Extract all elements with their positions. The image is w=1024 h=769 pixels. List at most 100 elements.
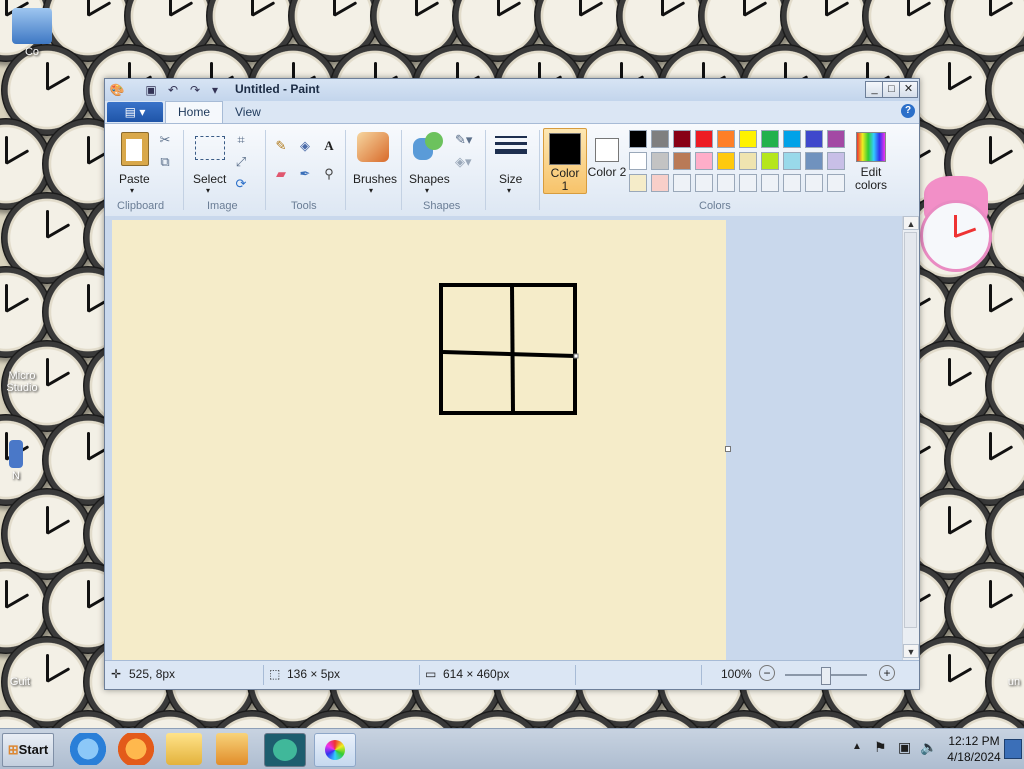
file-explorer-icon[interactable] xyxy=(166,733,202,765)
desktop-icon-studio[interactable]: Micro Studio xyxy=(0,370,50,394)
palette-swatch[interactable] xyxy=(761,130,779,148)
color2-swatch xyxy=(595,138,619,162)
file-menu-button[interactable]: ▤ ▾ xyxy=(107,102,163,122)
crop-icon[interactable]: ⌗ xyxy=(233,132,249,148)
pencil-icon[interactable]: ✎ xyxy=(273,138,289,154)
palette-swatch[interactable] xyxy=(783,130,801,148)
divider xyxy=(401,130,402,210)
palette-swatch[interactable] xyxy=(827,130,845,148)
group-label-image: Image xyxy=(207,200,238,212)
help-icon[interactable]: ? xyxy=(901,104,915,118)
canvas-resize-handle[interactable] xyxy=(725,446,731,452)
tab-view[interactable]: View xyxy=(223,102,273,122)
customize-icon[interactable]: ▾ xyxy=(207,82,223,98)
rotate-icon[interactable]: ⟳ xyxy=(233,176,249,192)
color-picker-icon[interactable]: ✒ xyxy=(297,166,313,182)
show-desktop-button[interactable] xyxy=(1004,739,1022,759)
action-center-flag-icon[interactable]: ⚑ xyxy=(874,739,887,756)
palette-swatch[interactable] xyxy=(629,130,647,148)
palette-swatch[interactable] xyxy=(783,152,801,170)
magnifier-icon[interactable]: ⚲ xyxy=(321,166,337,182)
palette-swatch[interactable] xyxy=(695,152,713,170)
zoom-slider-thumb[interactable] xyxy=(821,667,831,685)
palette-swatch[interactable] xyxy=(651,174,669,192)
network-icon[interactable]: ▣ xyxy=(898,739,911,756)
color2-button[interactable]: Color 2 xyxy=(587,128,627,192)
undo-icon[interactable]: ↶ xyxy=(165,82,181,98)
palette-swatch[interactable] xyxy=(629,152,647,170)
palette-swatch[interactable] xyxy=(739,152,757,170)
paint-taskbar-icon[interactable] xyxy=(314,733,356,767)
image-size-icon: ▭ xyxy=(425,667,437,681)
cut-icon[interactable]: ✂ xyxy=(157,132,173,148)
desktop-icon-un[interactable]: un xyxy=(986,676,1024,688)
size-button[interactable]: Size ▾ xyxy=(491,130,531,195)
color2-text: Color 2 xyxy=(587,165,627,179)
clock-gadget[interactable] xyxy=(918,176,994,276)
app-icon[interactable] xyxy=(264,733,306,767)
color2-label: Color 2 xyxy=(587,166,627,179)
fill-shape-icon[interactable]: ◈▾ xyxy=(455,154,472,170)
zoom-in-icon[interactable]: + xyxy=(879,665,895,681)
close-button[interactable]: ✕ xyxy=(899,81,918,98)
palette-swatch[interactable] xyxy=(695,130,713,148)
palette-swatch[interactable] xyxy=(651,152,669,170)
show-hidden-icons[interactable]: ▲ xyxy=(852,741,862,752)
redo-icon[interactable]: ↷ xyxy=(187,82,203,98)
tab-home[interactable]: Home xyxy=(165,101,224,124)
palette-swatch[interactable] xyxy=(739,130,757,148)
paste-button[interactable]: Paste ▾ xyxy=(115,130,153,195)
zoom-slider[interactable] xyxy=(785,667,867,685)
desktop-icon-guitar[interactable]: Guit xyxy=(0,676,48,688)
palette-swatch[interactable] xyxy=(783,174,801,192)
palette-swatch[interactable] xyxy=(629,174,647,192)
palette-swatch[interactable] xyxy=(805,174,823,192)
desktop-icon-computer[interactable]: Co xyxy=(4,8,60,58)
palette-swatch[interactable] xyxy=(805,152,823,170)
copy-icon[interactable]: ⧉ xyxy=(157,154,173,170)
start-button[interactable]: ⊞Start xyxy=(2,733,54,767)
palette-swatch[interactable] xyxy=(827,174,845,192)
zoom-out-icon[interactable]: − xyxy=(759,665,775,681)
palette-swatch[interactable] xyxy=(673,152,691,170)
select-button[interactable]: Select ▾ xyxy=(191,130,229,195)
outline-icon[interactable]: ✎▾ xyxy=(455,132,472,148)
palette-swatch[interactable] xyxy=(651,130,669,148)
text-icon[interactable]: A xyxy=(321,138,337,154)
volume-muted-icon[interactable]: 🔈 xyxy=(920,739,937,756)
brushes-button[interactable]: Brushes ▾ xyxy=(351,130,397,195)
cursor-position: 525, 8px xyxy=(129,667,176,681)
vertical-scrollbar[interactable]: ▲ ▼ xyxy=(902,216,919,660)
palette-swatch[interactable] xyxy=(761,174,779,192)
resize-icon[interactable]: ⤢ xyxy=(233,154,249,170)
edit-colors-button[interactable]: Edit colors xyxy=(849,130,893,192)
taskbar-clock[interactable]: 12:12 PM 4/18/2024 xyxy=(946,733,1002,765)
palette-swatch[interactable] xyxy=(717,130,735,148)
palette-swatch[interactable] xyxy=(695,174,713,192)
scroll-thumb[interactable] xyxy=(904,232,917,628)
paint-app-icon[interactable]: 🎨 xyxy=(109,82,125,98)
eraser-icon[interactable]: ▰ xyxy=(273,166,289,182)
scroll-down-icon[interactable]: ▼ xyxy=(903,644,919,658)
desktop-icon-n[interactable]: N xyxy=(0,440,44,482)
shapes-button[interactable]: Shapes ▾ xyxy=(407,130,451,195)
internet-explorer-icon[interactable] xyxy=(68,733,108,765)
save-icon[interactable]: ▣ xyxy=(143,82,159,98)
palette-swatch[interactable] xyxy=(717,152,735,170)
drawing-canvas[interactable] xyxy=(112,220,726,660)
palette-swatch[interactable] xyxy=(673,130,691,148)
palette-swatch[interactable] xyxy=(673,174,691,192)
firefox-icon[interactable] xyxy=(116,733,156,765)
palette-swatch[interactable] xyxy=(717,174,735,192)
drawn-square xyxy=(439,283,577,415)
divider xyxy=(575,665,576,685)
scroll-up-icon[interactable]: ▲ xyxy=(903,216,919,230)
palette-swatch[interactable] xyxy=(761,152,779,170)
media-player-icon[interactable] xyxy=(216,733,248,765)
palette-swatch[interactable] xyxy=(805,130,823,148)
palette-swatch[interactable] xyxy=(739,174,757,192)
ribbon-tabs: ▤ ▾ Home View ? xyxy=(105,101,919,124)
palette-swatch[interactable] xyxy=(827,152,845,170)
fill-icon[interactable]: ◈ xyxy=(297,138,313,154)
color1-button[interactable]: Color 1 xyxy=(543,128,587,194)
